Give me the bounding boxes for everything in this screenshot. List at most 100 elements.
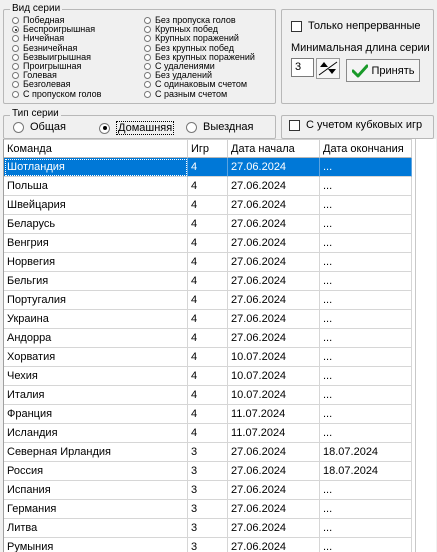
table-cell: 3 xyxy=(188,538,228,552)
series-kind-option-label: Домашняя xyxy=(116,121,175,135)
table-cell: ... xyxy=(320,196,412,215)
cups-checkbox[interactable]: С учетом кубковых игр xyxy=(289,119,422,131)
radio-icon[interactable] xyxy=(12,53,19,61)
table-cell: 27.06.2024 xyxy=(228,481,320,500)
table-row[interactable]: Франция 4 11.07.2024... xyxy=(4,405,412,424)
table-row[interactable]: Исландия 4 11.07.2024... xyxy=(4,424,412,443)
series-kind-option-label: Выездная xyxy=(203,121,254,133)
table-row[interactable]: Бельгия 4 27.06.2024... xyxy=(4,272,412,291)
cups-box[interactable] xyxy=(289,119,300,131)
series-table[interactable]: Команда Игр Дата начала Дата окончания Шотл… xyxy=(3,139,436,552)
radio-icon[interactable] xyxy=(13,121,24,133)
table-cell: Румыния xyxy=(4,538,188,552)
table-cell: Беларусь xyxy=(4,215,188,234)
table-row[interactable]: Чехия 4 10.07.2024... xyxy=(4,367,412,386)
radio-icon[interactable] xyxy=(12,44,19,52)
table-row[interactable]: Россия 3 27.06.2024 18.07.2024 xyxy=(4,462,412,481)
table-cell: 4 xyxy=(188,405,228,424)
table-cell: 11.07.2024 xyxy=(228,405,320,424)
radio-icon[interactable] xyxy=(12,17,19,24)
radio-icon[interactable] xyxy=(12,35,19,43)
min-length-input[interactable]: 3 xyxy=(291,58,314,77)
table-row[interactable]: Румыния 3 27.06.2024... xyxy=(4,538,412,552)
table-cell: ... xyxy=(320,272,412,291)
only-continuous-box[interactable] xyxy=(291,20,302,32)
radio-icon[interactable] xyxy=(99,122,110,134)
radio-icon[interactable] xyxy=(144,26,151,34)
table-cell: 27.06.2024 xyxy=(228,215,320,234)
radio-icon[interactable] xyxy=(144,44,151,52)
table-cell: Польша xyxy=(4,177,188,196)
radio-icon[interactable] xyxy=(144,17,151,24)
table-cell: Испания xyxy=(4,481,188,500)
series-option-left-8[interactable]: С пропуском голов xyxy=(12,88,102,99)
table-cell: ... xyxy=(320,424,412,443)
radio-icon[interactable] xyxy=(12,26,19,34)
series-type-group-title: Вид серии xyxy=(10,3,63,14)
table-row[interactable]: Андорра 4 27.06.2024... xyxy=(4,329,412,348)
table-row[interactable]: Беларусь 4 27.06.2024... xyxy=(4,215,412,234)
table-cell: ... xyxy=(320,310,412,329)
column-header[interactable]: Команда xyxy=(4,139,188,158)
series-option-label: С пропуском голов xyxy=(23,88,102,99)
radio-icon[interactable] xyxy=(12,72,19,80)
series-kind-option-0[interactable]: Общая xyxy=(13,121,66,133)
table-row[interactable]: Хорватия 4 10.07.2024... xyxy=(4,348,412,367)
radio-icon[interactable] xyxy=(144,63,151,70)
table-cell: 18.07.2024 xyxy=(320,462,412,481)
table-cell: 4 xyxy=(188,386,228,405)
table-cell: Северная Ирландия xyxy=(4,443,188,462)
table-cell: 27.06.2024 xyxy=(228,272,320,291)
radio-icon[interactable] xyxy=(144,72,151,80)
series-kind-option-2[interactable]: Выездная xyxy=(186,121,254,133)
table-row[interactable]: Италия 4 10.07.2024... xyxy=(4,386,412,405)
column-header[interactable]: Игр xyxy=(188,139,228,158)
table-row[interactable]: Северная Ирландия 3 27.06.2024 18.07.2024 xyxy=(4,443,412,462)
table-cell: 4 xyxy=(188,329,228,348)
column-header[interactable]: Дата начала xyxy=(228,139,320,158)
min-length-spinner[interactable] xyxy=(316,58,340,79)
table-cell: Чехия xyxy=(4,367,188,386)
table-cell: 27.06.2024 xyxy=(228,196,320,215)
radio-icon[interactable] xyxy=(144,81,151,89)
table-row[interactable]: Шотландия 4 27.06.2024... xyxy=(4,158,412,177)
accept-button-label: Принять xyxy=(371,64,415,77)
series-kind-option-1[interactable]: Домашняя xyxy=(99,121,175,135)
only-continuous-checkbox[interactable]: Только непрерванные xyxy=(291,20,421,32)
table-cell: 10.07.2024 xyxy=(228,348,320,367)
table-cell: ... xyxy=(320,386,412,405)
table-row[interactable]: Польша 4 27.06.2024... xyxy=(4,177,412,196)
table-row[interactable]: Швейцария 4 27.06.2024... xyxy=(4,196,412,215)
radio-icon[interactable] xyxy=(186,121,197,133)
table-row[interactable]: Литва 3 27.06.2024... xyxy=(4,519,412,538)
radio-icon[interactable] xyxy=(12,63,19,70)
radio-icon[interactable] xyxy=(144,35,151,43)
table-row[interactable]: Испания 3 27.06.2024... xyxy=(4,481,412,500)
table-row[interactable]: Венгрия 4 27.06.2024... xyxy=(4,234,412,253)
radio-icon[interactable] xyxy=(12,90,19,98)
table-cell: Шотландия xyxy=(4,158,188,177)
table-row[interactable]: Украина 4 27.06.2024... xyxy=(4,310,412,329)
checkmark-icon xyxy=(351,64,368,77)
table-cell: ... xyxy=(320,519,412,538)
radio-icon[interactable] xyxy=(144,53,151,61)
series-kind-group-title: Тип серии xyxy=(10,108,61,119)
radio-icon[interactable] xyxy=(144,90,151,98)
series-option-right-8[interactable]: С разным счетом xyxy=(144,89,227,99)
table-cell: 27.06.2024 xyxy=(228,234,320,253)
table-row[interactable]: Германия 3 27.06.2024... xyxy=(4,500,412,519)
table-cell: 4 xyxy=(188,348,228,367)
accept-button[interactable]: Принять xyxy=(346,59,420,82)
table-cell: 3 xyxy=(188,500,228,519)
radio-icon[interactable] xyxy=(12,81,19,89)
table-cell: Португалия xyxy=(4,291,188,310)
table-cell: 27.06.2024 xyxy=(228,291,320,310)
table-cell: 27.06.2024 xyxy=(228,310,320,329)
table-cell: 27.06.2024 xyxy=(228,158,320,177)
column-header[interactable]: Дата окончания xyxy=(320,139,412,158)
table-cell: 4 xyxy=(188,196,228,215)
table-cell: 27.06.2024 xyxy=(228,177,320,196)
table-row[interactable]: Норвегия 4 27.06.2024... xyxy=(4,253,412,272)
table-cell: 18.07.2024 xyxy=(320,443,412,462)
table-row[interactable]: Португалия 4 27.06.2024... xyxy=(4,291,412,310)
